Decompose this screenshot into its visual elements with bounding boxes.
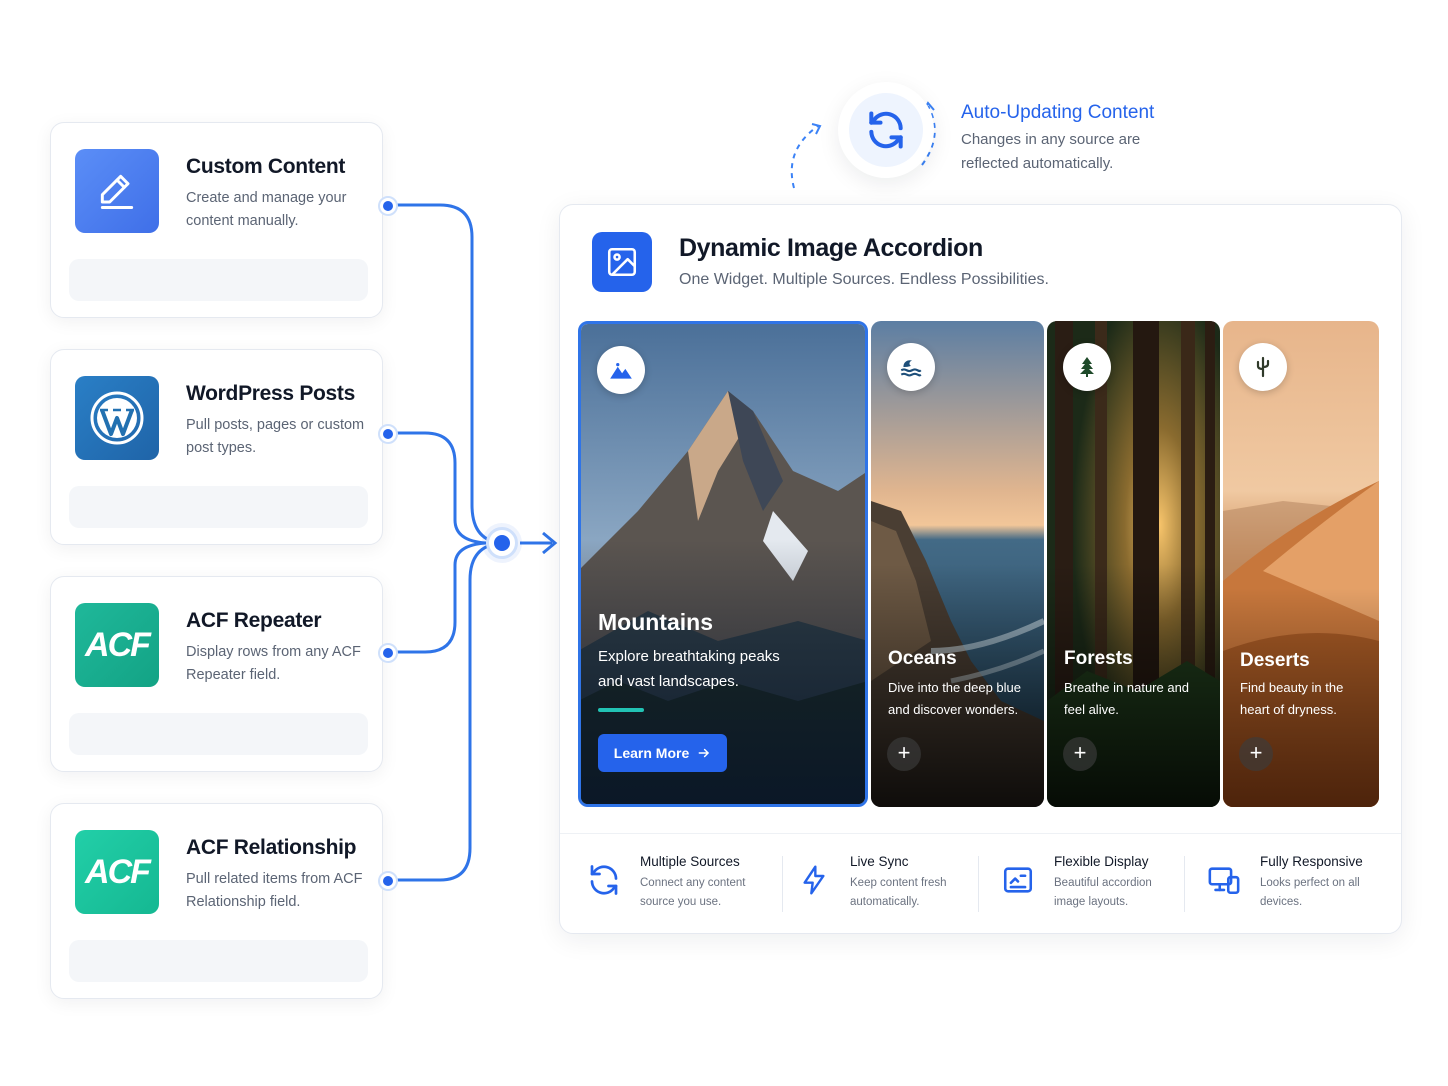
feature-fully-responsive: Fully Responsive Looks perfect on all de…: [1204, 854, 1394, 916]
panel-description: Explore breathtaking peaks and vast land…: [598, 648, 780, 690]
feature-title: Flexible Display: [1054, 854, 1149, 869]
feature-divider: [978, 856, 979, 912]
accent-underline: [598, 708, 644, 712]
source-placeholder-bar: [69, 713, 368, 755]
panel-title: Deserts: [1240, 650, 1310, 671]
expand-plus-button[interactable]: +: [1239, 737, 1273, 771]
source-description: Pull related items from ACF Relationship…: [186, 871, 363, 910]
panel-title: Mountains: [598, 609, 713, 635]
layout-icon: [998, 860, 1038, 900]
sync-icon: [584, 860, 624, 900]
wordpress-icon: [75, 376, 159, 460]
expand-plus-button[interactable]: +: [887, 737, 921, 771]
feature-divider: [1184, 856, 1185, 912]
source-title: ACF Relationship: [186, 836, 357, 859]
panel-title: Forests: [1064, 648, 1133, 669]
panel-description: Find beauty in the heart of dryness.: [1240, 680, 1344, 717]
source-placeholder-bar: [69, 259, 368, 301]
source-title: WordPress Posts: [186, 382, 356, 405]
auto-update-title: Auto-Updating Content: [961, 102, 1155, 123]
learn-more-label: Learn More: [613, 745, 690, 761]
tree-icon: [1063, 343, 1111, 391]
feature-title: Fully Responsive: [1260, 854, 1363, 869]
mountain-icon: [597, 346, 645, 394]
feature-description: Keep content fresh automatically.: [850, 877, 947, 908]
pencil-icon: [75, 149, 159, 233]
feature-title: Multiple Sources: [640, 854, 740, 869]
cactus-icon: [1239, 343, 1287, 391]
feature-divider: [782, 856, 783, 912]
connector-hub: [486, 527, 518, 559]
source-card-custom-content[interactable]: Custom Content Create and manage your co…: [50, 122, 398, 318]
learn-more-button[interactable]: Learn More: [598, 734, 727, 772]
feature-flexible-display: Flexible Display Beautiful accordion ima…: [998, 854, 1188, 916]
connector-port[interactable]: [378, 871, 398, 891]
widget-subtitle: One Widget. Multiple Sources. Endless Po…: [679, 271, 1049, 288]
accordion-panel-deserts[interactable]: Deserts Find beauty in the heart of dryn…: [1223, 321, 1379, 807]
feature-description: Beautiful accordion image layouts.: [1054, 877, 1152, 908]
source-placeholder-bar: [69, 940, 368, 982]
accordion-panel-forests[interactable]: Forests Breathe in nature and feel alive…: [1047, 321, 1220, 807]
feature-description: Looks perfect on all devices.: [1260, 877, 1360, 908]
wave-icon: [887, 343, 935, 391]
auto-update-description: Changes in any source are reflected auto…: [961, 131, 1141, 172]
refresh-icon: [838, 82, 934, 178]
image-icon: [592, 232, 652, 292]
source-description: Create and manage your content manually.: [186, 190, 347, 229]
panel-description: Dive into the deep blue and discover won…: [888, 680, 1021, 717]
panel-title: Oceans: [888, 648, 957, 669]
widget-title: Dynamic Image Accordion: [679, 234, 983, 262]
connector-port[interactable]: [378, 196, 398, 216]
expand-plus-button[interactable]: +: [1063, 737, 1097, 771]
source-description: Pull posts, pages or custom post types.: [186, 417, 365, 456]
bolt-icon: [794, 860, 834, 900]
acf-icon: ACF: [75, 603, 159, 687]
feature-multiple-sources: Multiple Sources Connect any content sou…: [584, 854, 774, 916]
feature-title: Live Sync: [850, 854, 909, 869]
forest-image: [1047, 321, 1220, 807]
source-placeholder-bar: [69, 486, 368, 528]
widget-panel: Dynamic Image Accordion One Widget. Mult…: [559, 204, 1402, 934]
source-card-acf-relationship[interactable]: ACF ACF Relationship Pull related items …: [50, 803, 398, 999]
ocean-image: [871, 321, 1044, 807]
connector-port[interactable]: [378, 424, 398, 444]
source-card-wordpress-posts[interactable]: WordPress Posts Pull posts, pages or cus…: [50, 349, 398, 545]
source-card-acf-repeater[interactable]: ACF ACF Repeater Display rows from any A…: [50, 576, 398, 772]
desert-image: [1223, 321, 1379, 807]
feature-live-sync: Live Sync Keep content fresh automatical…: [794, 854, 984, 916]
connector-port[interactable]: [378, 643, 398, 663]
accordion-panel-mountains[interactable]: Mountains Explore breathtaking peaks and…: [578, 321, 868, 807]
source-title: Custom Content: [186, 155, 346, 178]
accordion-panel-oceans[interactable]: Oceans Dive into the deep blue and disco…: [871, 321, 1044, 807]
source-description: Display rows from any ACF Repeater field…: [186, 644, 361, 683]
feature-description: Connect any content source you use.: [640, 877, 746, 908]
panel-description: Breathe in nature and feel alive.: [1064, 680, 1190, 717]
acf-icon: ACF: [75, 830, 159, 914]
devices-icon: [1204, 860, 1244, 900]
features-row: Multiple Sources Connect any content sou…: [560, 833, 1401, 935]
arrow-right-icon: [698, 748, 710, 758]
source-title: ACF Repeater: [186, 609, 322, 632]
